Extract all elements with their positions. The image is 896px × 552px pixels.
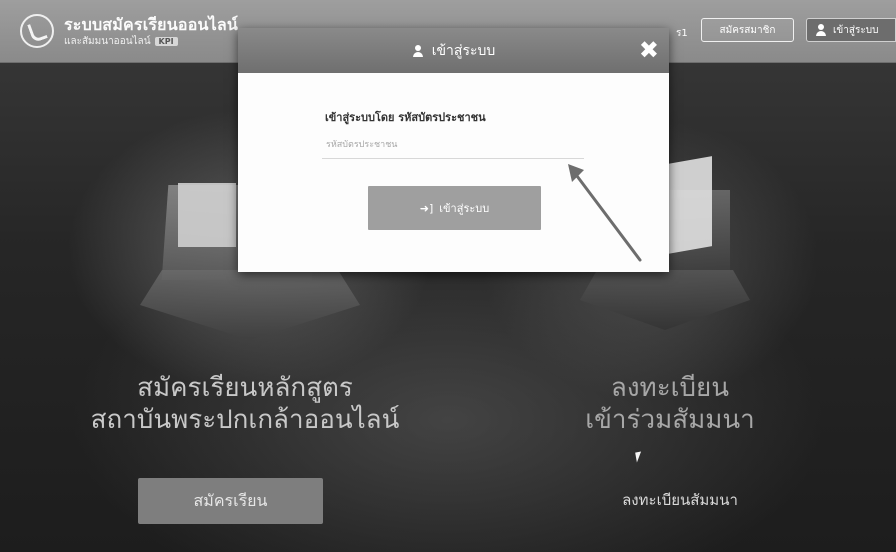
modal-title: เข้าสู่ระบบ xyxy=(431,42,496,59)
course-heading-line1: สมัครเรียนหลักสูตร xyxy=(137,373,353,403)
submit-login-label: เข้าสู่ระบบ xyxy=(439,202,490,215)
nav-item-partial[interactable]: ร1 xyxy=(676,26,688,41)
user-icon xyxy=(412,44,424,57)
modal-header: เข้าสู่ระบบ ✖ xyxy=(238,28,669,73)
seminar-heading-line1: ลงทะเบียน xyxy=(610,373,730,403)
submit-login-button[interactable]: ➜] เข้าสู่ระบบ xyxy=(368,186,541,230)
register-button[interactable]: สมัครสมาชิก xyxy=(701,18,794,42)
site-subtitle: และสัมมนาออนไลน์ KPI xyxy=(64,34,178,49)
illustration-banner xyxy=(668,156,712,254)
citizen-id-input[interactable] xyxy=(322,131,584,159)
subtitle-tag: KPI xyxy=(154,37,178,46)
seminar-heading-line2: เข้าร่วมสัมมนา xyxy=(585,405,755,435)
id-login-label: เข้าสู่ระบบโดย รหัสบัตรประชาชน xyxy=(325,111,486,124)
annotation-arrow-head xyxy=(568,164,584,182)
login-arrow-icon: ➜] xyxy=(419,201,434,215)
hand-circle-logo-icon[interactable] xyxy=(20,14,54,48)
seminar-register-link[interactable]: ลงทะเบียนสัมมนา xyxy=(580,488,780,512)
course-section-heading: สมัครเรียนหลักสูตร สถาบันพระปกเกล้าออนไล… xyxy=(60,372,430,436)
apply-course-button[interactable]: สมัครเรียน xyxy=(138,478,323,524)
close-icon[interactable]: ✖ xyxy=(639,35,659,65)
seminar-section-heading: ลงทะเบียน เข้าร่วมสัมมนา xyxy=(555,372,785,436)
login-button[interactable]: เข้าสู่ระบบ xyxy=(806,18,896,42)
annotation-arrow-icon xyxy=(568,164,642,262)
annotation-arrow-shaft xyxy=(572,170,642,262)
course-heading-line2: สถาบันพระปกเกล้าออนไลน์ xyxy=(90,405,400,435)
user-icon xyxy=(815,24,827,36)
login-button-label: เข้าสู่ระบบ xyxy=(833,24,879,36)
illustration-board xyxy=(178,183,236,247)
site-subtitle-text: และสัมมนาออนไลน์ xyxy=(64,36,151,47)
